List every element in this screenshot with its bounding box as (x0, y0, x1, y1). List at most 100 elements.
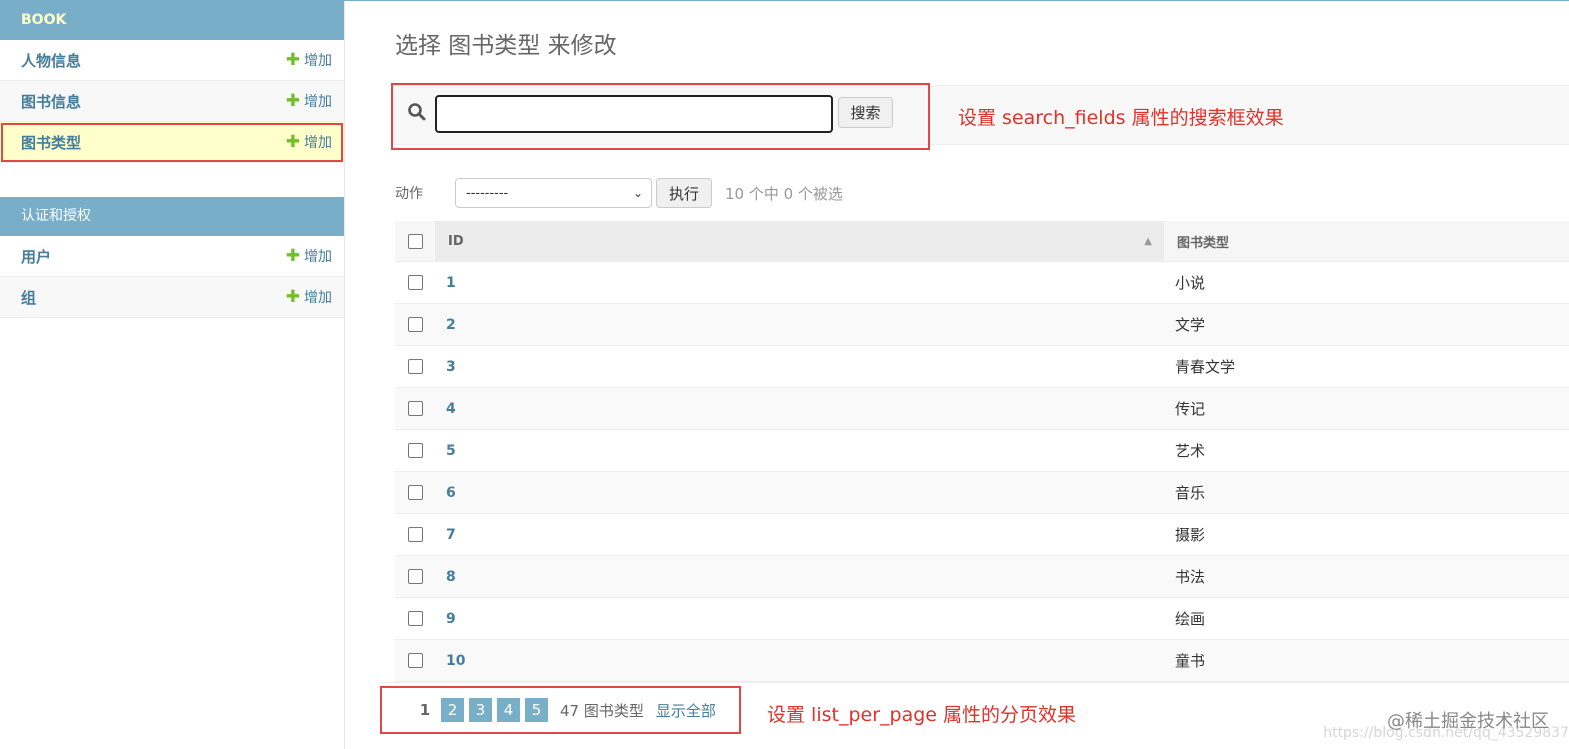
page-link[interactable]: 3 (469, 698, 492, 722)
row-checkbox[interactable] (407, 359, 423, 374)
row-type: 传记 (1175, 400, 1206, 418)
table-row: 3 青春文学 (395, 346, 1569, 388)
sort-ascending-icon[interactable]: ▲ (1144, 236, 1152, 247)
row-type: 青春文学 (1175, 358, 1236, 376)
row-checkbox[interactable] (407, 569, 423, 584)
row-type: 艺术 (1175, 442, 1206, 460)
table-row: 8 书法 (395, 556, 1569, 598)
row-type: 童书 (1175, 652, 1206, 670)
actions-bar: 动作 --------- ⌄ 执行 10 个中 0 个被选 (395, 177, 843, 209)
table-row: 6 音乐 (395, 472, 1569, 514)
page-title: 选择 图书类型 来修改 (395, 33, 617, 59)
show-all-link[interactable]: 显示全部 (656, 700, 716, 721)
current-page: 1 (419, 701, 431, 719)
row-id-link[interactable]: 1 (435, 275, 1164, 291)
table-row: 5 艺术 (395, 430, 1569, 472)
action-select[interactable]: --------- ⌄ (455, 178, 652, 208)
row-type: 绘画 (1175, 610, 1206, 628)
sidebar-link-booktype[interactable]: 图书类型 (21, 132, 81, 153)
table-row: 1 小说 (395, 262, 1569, 304)
selection-counter: 10 个中 0 个被选 (725, 184, 843, 203)
row-checkbox[interactable] (407, 275, 423, 290)
row-checkbox[interactable] (407, 401, 423, 416)
watermark: @稀土掘金技术社区 (1387, 711, 1549, 732)
add-label: 增加 (304, 94, 332, 110)
row-type: 文学 (1175, 316, 1206, 334)
row-id-link[interactable]: 6 (435, 485, 1164, 501)
row-type: 音乐 (1175, 484, 1206, 502)
run-action-button[interactable]: 执行 (656, 178, 712, 208)
row-id-link[interactable]: 2 (435, 317, 1164, 333)
row-id-link[interactable]: 8 (435, 569, 1164, 585)
row-id-link[interactable]: 5 (435, 443, 1164, 459)
row-id-link[interactable]: 4 (435, 401, 1164, 417)
row-checkbox-cell (395, 514, 435, 555)
row-checkbox-cell (395, 598, 435, 639)
module-caption-book[interactable]: BOOK (0, 1, 344, 40)
module-book: BOOK 人物信息 ✚ 增加 图书信息 ✚ 增加 图书类型 ✚ 增加 (0, 1, 344, 163)
row-checkbox[interactable] (407, 317, 423, 332)
add-user-link[interactable]: ✚ 增加 (286, 246, 332, 266)
row-checkbox[interactable] (407, 443, 423, 458)
sidebar-item-book: 图书信息 ✚ 增加 (0, 81, 344, 122)
result-count: 47 图书类型 (560, 701, 644, 720)
module-auth: 认证和授权 用户 ✚ 增加 组 ✚ 增加 (0, 197, 344, 318)
row-checkbox-cell (395, 430, 435, 471)
action-select-value: --------- (466, 185, 509, 201)
row-checkbox-cell (395, 262, 435, 303)
row-checkbox[interactable] (407, 611, 423, 626)
plus-icon: ✚ (285, 49, 300, 70)
row-checkbox-cell (395, 472, 435, 513)
page-link[interactable]: 4 (497, 698, 520, 722)
add-label: 增加 (304, 53, 332, 69)
plus-icon: ✚ (285, 131, 300, 152)
row-type: 摄影 (1175, 526, 1206, 544)
table-row: 2 文学 (395, 304, 1569, 346)
column-header-type[interactable]: 图书类型 (1164, 232, 1229, 251)
add-group-link[interactable]: ✚ 增加 (286, 287, 332, 307)
page-link[interactable]: 2 (441, 698, 464, 722)
select-all-cell (395, 221, 435, 261)
sidebar-link-groups[interactable]: 组 (21, 287, 36, 308)
column-header-id[interactable]: ID ▲ (435, 221, 1164, 261)
row-id-link[interactable]: 9 (435, 611, 1164, 627)
row-checkbox[interactable] (407, 653, 423, 668)
add-person-link[interactable]: ✚ 增加 (286, 50, 332, 70)
select-all-checkbox[interactable] (407, 233, 423, 249)
table-row: 10 童书 (395, 640, 1569, 682)
row-checkbox-cell (395, 640, 435, 681)
search-highlight-frame (391, 83, 930, 150)
add-label: 增加 (304, 290, 332, 306)
column-header-id-label: ID (448, 233, 464, 249)
sidebar-link-users[interactable]: 用户 (21, 246, 51, 267)
module-caption-auth[interactable]: 认证和授权 (0, 197, 344, 236)
table-row: 7 摄影 (395, 514, 1569, 556)
row-id-link[interactable]: 10 (435, 653, 1164, 669)
add-label: 增加 (304, 249, 332, 265)
module-spacer (0, 163, 344, 197)
row-type: 小说 (1175, 274, 1206, 292)
add-book-link[interactable]: ✚ 增加 (286, 91, 332, 111)
row-id-link[interactable]: 3 (435, 359, 1164, 375)
actions-label: 动作 (395, 186, 423, 202)
row-checkbox-cell (395, 388, 435, 429)
sidebar-item-groups: 组 ✚ 增加 (0, 277, 344, 318)
sidebar-item-booktype: 图书类型 ✚ 增加 (0, 122, 344, 163)
row-id-link[interactable]: 7 (435, 527, 1164, 543)
sidebar-link-book[interactable]: 图书信息 (21, 91, 81, 112)
row-checkbox[interactable] (407, 485, 423, 500)
sidebar: BOOK 人物信息 ✚ 增加 图书信息 ✚ 增加 图书类型 ✚ 增加 认证和授权 用户… (0, 1, 345, 749)
page-link[interactable]: 5 (525, 698, 548, 722)
row-checkbox[interactable] (407, 527, 423, 542)
sidebar-link-person[interactable]: 人物信息 (21, 50, 81, 71)
row-checkbox-cell (395, 556, 435, 597)
add-booktype-link[interactable]: ✚ 增加 (286, 132, 332, 152)
row-checkbox-cell (395, 346, 435, 387)
main-content: 选择 图书类型 来修改 搜索 设置 search_fields 属性的搜索框效果… (346, 1, 1569, 749)
row-checkbox-cell (395, 304, 435, 345)
plus-icon: ✚ (285, 90, 300, 111)
result-list: ID ▲ 图书类型 1 小说 2 文学 3 青春文学 4 传记 5 艺术 6 音乐 7 摄影 … (395, 221, 1569, 682)
paginator-links: 1 2 3 4 5 47 图书类型 显示全部 (414, 697, 716, 723)
paginator-annotation: 设置 list_per_page 属性的分页效果 (767, 704, 1077, 726)
add-label: 增加 (304, 135, 332, 151)
